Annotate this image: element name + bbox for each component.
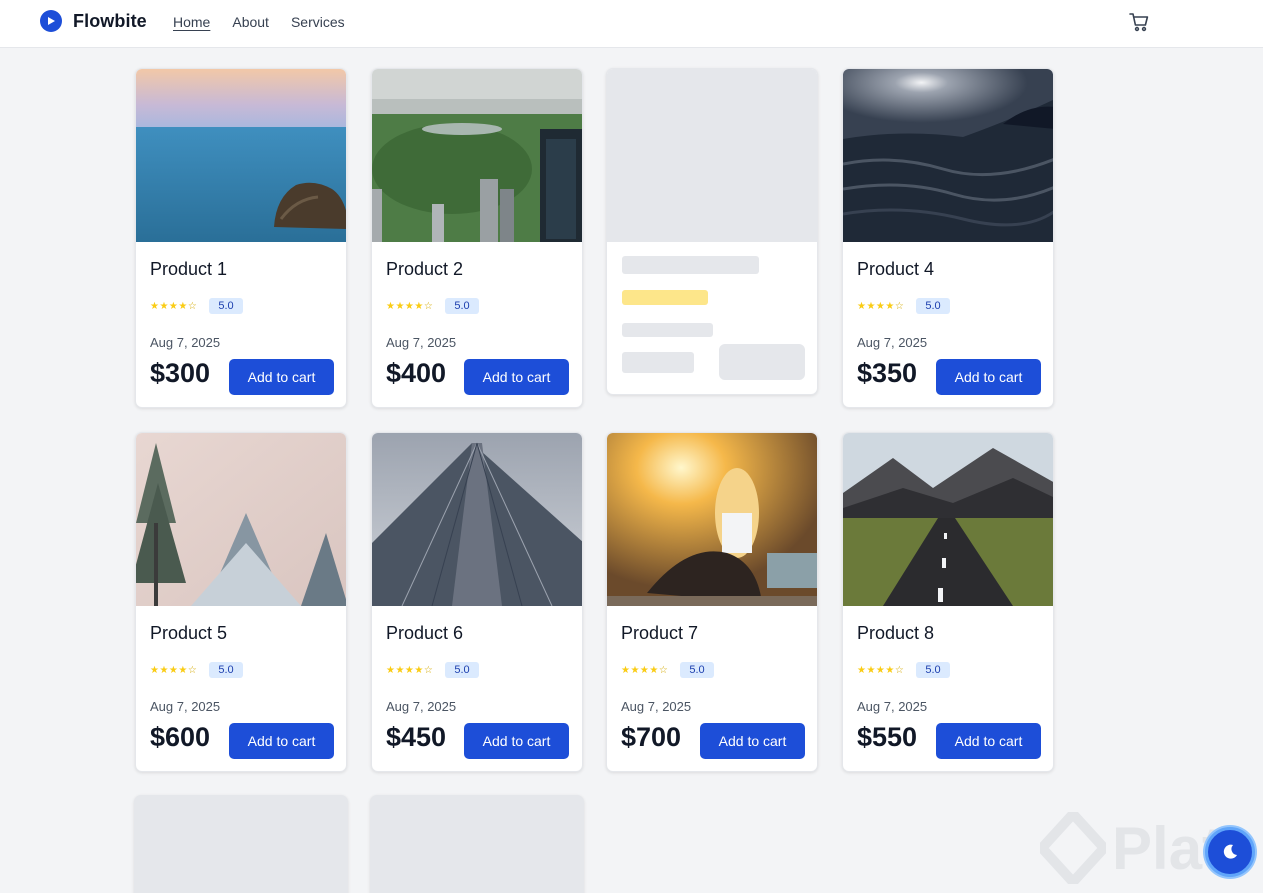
product-image[interactable]: [843, 433, 1054, 606]
product-price: $300: [150, 358, 211, 388]
product-date: Aug 7, 2025: [150, 335, 221, 350]
product-image[interactable]: [372, 433, 583, 606]
skeleton-line: [622, 256, 759, 274]
product-image[interactable]: [372, 69, 583, 242]
loading-skeleton-card: [134, 795, 348, 893]
product-card: Product 8 ★★★★☆ 5.0 Aug 7, 2025 $550 Add…: [842, 432, 1054, 772]
product-title: Product 7: [621, 623, 699, 643]
product-date: Aug 7, 2025: [150, 699, 221, 714]
product-title: Product 5: [150, 623, 228, 643]
skeleton-image: [607, 69, 817, 242]
rating: ★★★★☆ 5.0: [857, 662, 950, 678]
rating-badge: 5.0: [445, 662, 479, 678]
product-price: $450: [386, 722, 447, 752]
product-date: Aug 7, 2025: [386, 699, 457, 714]
rating-badge: 5.0: [209, 298, 243, 314]
star-rating-icon: ★★★★☆: [386, 300, 434, 312]
rating: ★★★★☆ 5.0: [150, 662, 243, 678]
rating-badge: 5.0: [209, 662, 243, 678]
rating: ★★★★☆ 5.0: [386, 298, 479, 314]
nav-link-home[interactable]: Home: [173, 14, 210, 30]
rating-badge: 5.0: [916, 298, 950, 314]
loading-skeleton-card: [606, 68, 818, 395]
product-date: Aug 7, 2025: [621, 699, 692, 714]
add-to-cart-button[interactable]: Add to cart: [229, 723, 334, 759]
play-circle-icon: [40, 10, 62, 32]
nav-links: Home About Services: [173, 14, 345, 30]
product-date: Aug 7, 2025: [857, 335, 928, 350]
product-card: Product 4 ★★★★☆ 5.0 Aug 7, 2025 $350 Add…: [842, 68, 1054, 408]
rating-badge: 5.0: [680, 662, 714, 678]
product-title: Product 6: [386, 623, 464, 643]
product-price: $400: [386, 358, 447, 388]
rating-badge: 5.0: [445, 298, 479, 314]
product-price: $350: [857, 358, 918, 388]
add-to-cart-button[interactable]: Add to cart: [229, 359, 334, 395]
product-date: Aug 7, 2025: [857, 699, 928, 714]
skeleton-line: [622, 352, 694, 373]
dark-mode-toggle-button[interactable]: [1205, 827, 1255, 877]
rating: ★★★★☆ 5.0: [150, 298, 243, 314]
product-price: $700: [621, 722, 682, 752]
rating: ★★★★☆ 5.0: [857, 298, 950, 314]
product-card: Product 6 ★★★★☆ 5.0 Aug 7, 2025 $450 Add…: [371, 432, 583, 772]
product-card: Product 1 ★★★★☆ 5.0 Aug 7, 2025 $300 Add…: [135, 68, 347, 408]
watermark-logo-icon: [1035, 806, 1111, 890]
skeleton-line: [622, 290, 708, 305]
product-image[interactable]: [136, 433, 347, 606]
star-rating-icon: ★★★★☆: [150, 664, 198, 676]
moon-icon: [1223, 844, 1237, 859]
add-to-cart-button[interactable]: Add to cart: [936, 359, 1041, 395]
cart-icon[interactable]: [1128, 11, 1150, 33]
star-rating-icon: ★★★★☆: [386, 664, 434, 676]
star-rating-icon: ★★★★☆: [857, 664, 905, 676]
loading-skeleton-card: [370, 795, 584, 893]
rating: ★★★★☆ 5.0: [386, 662, 479, 678]
rating: ★★★★☆ 5.0: [621, 662, 714, 678]
product-image[interactable]: [136, 69, 347, 242]
product-price: $550: [857, 722, 918, 752]
brand-name: Flowbite: [73, 10, 147, 31]
star-rating-icon: ★★★★☆: [857, 300, 905, 312]
skeleton-button: [719, 344, 805, 380]
product-date: Aug 7, 2025: [386, 335, 457, 350]
product-price: $600: [150, 722, 211, 752]
product-title: Product 4: [857, 259, 935, 279]
brand-link[interactable]: Flowbite: [40, 10, 147, 32]
product-title: Product 2: [386, 259, 464, 279]
product-title: Product 8: [857, 623, 935, 643]
nav-link-services[interactable]: Services: [291, 14, 345, 30]
product-title: Product 1: [150, 259, 228, 279]
nav-link-about[interactable]: About: [232, 14, 269, 30]
add-to-cart-button[interactable]: Add to cart: [936, 723, 1041, 759]
navbar: Flowbite Home About Services: [0, 0, 1263, 48]
product-card: Product 5 ★★★★☆ 5.0 Aug 7, 2025 $600 Add…: [135, 432, 347, 772]
product-card: Product 2 ★★★★☆ 5.0 Aug 7, 2025 $400 Add…: [371, 68, 583, 408]
star-rating-icon: ★★★★☆: [621, 664, 669, 676]
add-to-cart-button[interactable]: Add to cart: [464, 723, 569, 759]
skeleton-line: [622, 323, 713, 337]
product-image[interactable]: [843, 69, 1054, 242]
rating-badge: 5.0: [916, 662, 950, 678]
add-to-cart-button[interactable]: Add to cart: [464, 359, 569, 395]
add-to-cart-button[interactable]: Add to cart: [700, 723, 805, 759]
star-rating-icon: ★★★★☆: [150, 300, 198, 312]
product-image[interactable]: [607, 433, 818, 606]
product-card: Product 7 ★★★★☆ 5.0 Aug 7, 2025 $700 Add…: [606, 432, 818, 772]
